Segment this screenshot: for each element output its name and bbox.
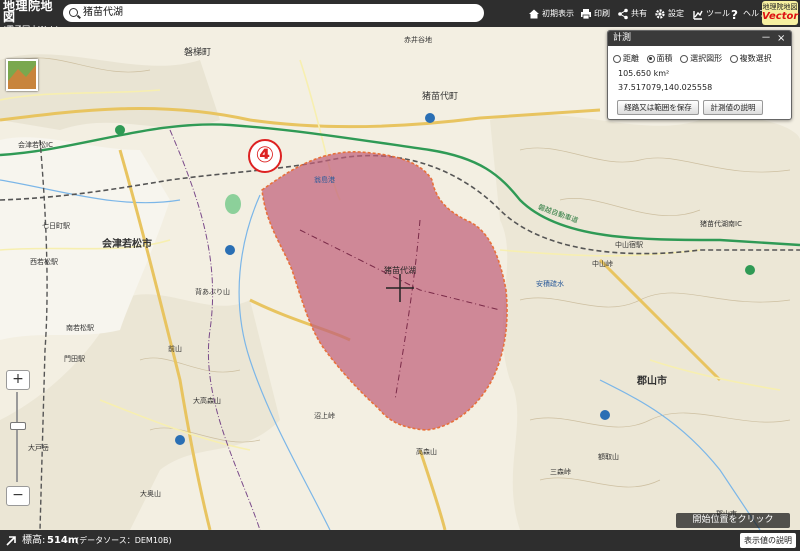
measure-explain-button[interactable]: 計測値の説明	[703, 100, 763, 115]
measure-panel: 計測 － × 距離 面積 選択図形 複数選択 105.650 km² 37.51…	[607, 30, 792, 120]
label-minamiwakamatsu: 南若松駅	[66, 324, 94, 332]
zoom-control: + −	[6, 370, 30, 506]
label-inawashiro-town: 猪苗代町	[422, 92, 459, 102]
zoom-slider-track[interactable]	[16, 392, 18, 482]
label-konan-ic: 猪苗代湖南IC	[700, 220, 742, 228]
minimize-button[interactable]: －	[761, 31, 771, 46]
label-numajiri-pass: 沼上峠	[314, 412, 335, 420]
label-otodake: 大戸岳	[28, 444, 49, 452]
label-monden: 門田駅	[64, 355, 85, 363]
measure-panel-header: 計測 － ×	[608, 31, 791, 46]
vector-badge-main: Vector	[762, 11, 799, 22]
label-nishiwakamatsu: 西若松駅	[30, 258, 58, 266]
label-aizuwakamatsu: 会津若松市	[102, 239, 152, 250]
zoom-out-button[interactable]: −	[6, 486, 30, 506]
label-seaburi: 背あぶり山	[195, 288, 230, 296]
label-nakayama-pass: 中山峠	[592, 260, 613, 268]
label-otakamori: 大高森山	[193, 397, 221, 405]
radio-area[interactable]	[646, 54, 655, 63]
label-koriyama: 郡山市	[637, 376, 667, 387]
collapse-arrow-icon[interactable]	[4, 534, 18, 548]
print-button[interactable]: 印刷	[580, 5, 610, 22]
click-hint: 開始位置をクリック	[676, 513, 790, 528]
area-value: 105.650 km²	[618, 69, 670, 78]
option-distance[interactable]: 距離	[613, 54, 639, 63]
print-label: 印刷	[594, 9, 610, 18]
label-bandai: 磐梯町	[184, 48, 212, 58]
initial-view-label: 初期表示	[542, 9, 574, 18]
save-route-button[interactable]: 経路又は範囲を保存	[617, 100, 699, 115]
value-explain-button[interactable]: 表示値の説明	[740, 533, 796, 548]
svg-text:?: ?	[731, 8, 738, 20]
label-akaiyachi: 赤井谷地	[404, 36, 432, 44]
help-icon: ?	[731, 8, 738, 20]
layer-thumbnail[interactable]	[6, 59, 38, 91]
measure-title: 計測	[613, 33, 632, 43]
map-layer-icon	[8, 61, 36, 89]
label-nakayamajuku: 中山宿駅	[615, 241, 643, 249]
search-value: 猪苗代湖	[83, 7, 123, 18]
top-toolbar: 地理院地図 (電子国土Web) 猪苗代湖 初期表示 印刷 共有 設定 ツール ?…	[0, 0, 800, 34]
initial-view-button[interactable]: 初期表示	[528, 5, 574, 22]
home-icon	[529, 9, 539, 18]
label-lake: 猪苗代湖	[384, 266, 416, 275]
data-source: (データソース：DEM10B)	[76, 536, 172, 545]
numbered-marker[interactable]: ④	[248, 139, 282, 173]
label-asaka-canal: 安積疏水	[536, 280, 564, 288]
label-aizu-ic: 会津若松IC	[18, 141, 53, 149]
search-icon[interactable]	[69, 8, 78, 17]
label-ookuyama: 大奥山	[140, 490, 161, 498]
label-maeyama: 前山	[168, 345, 182, 353]
zoom-in-button[interactable]: +	[6, 370, 30, 390]
measure-mode-options: 距離 面積 選択図形 複数選択	[613, 53, 772, 64]
option-selected-shape[interactable]: 選択図形	[680, 54, 722, 63]
radio-selected-shape[interactable]	[680, 54, 689, 63]
label-expressway: 磐越自動車道	[536, 203, 580, 225]
search-input[interactable]: 猪苗代湖	[63, 4, 484, 22]
elevation-value: 514m	[47, 535, 79, 546]
app-logo[interactable]: 地理院地図 (電子国土Web)	[3, 0, 61, 34]
label-nanokamachi: 七日町駅	[42, 222, 70, 230]
close-button[interactable]: ×	[777, 31, 785, 46]
radio-multi-select[interactable]	[729, 54, 738, 63]
share-label: 共有	[631, 9, 647, 18]
share-icon	[618, 8, 628, 19]
option-area[interactable]: 面積	[646, 54, 673, 63]
label-okinajima: 翁島港	[314, 176, 335, 184]
printer-icon	[581, 8, 591, 19]
coordinates-value: 37.517079,140.025558	[618, 83, 713, 92]
settings-label: 設定	[668, 9, 684, 18]
gear-icon	[655, 8, 665, 19]
share-button[interactable]: 共有	[617, 5, 647, 22]
tools-icon	[693, 10, 703, 20]
vector-badge[interactable]: 地理院地図 Vector	[762, 1, 798, 25]
tools-button[interactable]: ツール	[692, 5, 730, 22]
option-multi-select[interactable]: 複数選択	[729, 54, 772, 63]
logo-title: 地理院地図	[3, 0, 54, 24]
elevation-label: 標高:	[22, 535, 46, 546]
label-nukatori: 額取山	[598, 453, 619, 461]
tools-label: ツール	[706, 9, 730, 18]
marker-number: ④	[255, 143, 275, 168]
status-bar: 標高: 514m (データソース：DEM10B) 表示値の説明	[0, 530, 800, 551]
label-mimori-pass: 三森峠	[550, 468, 571, 476]
label-takamoriyama: 高森山	[416, 448, 437, 456]
zoom-slider-handle[interactable]	[10, 422, 26, 430]
settings-button[interactable]: 設定	[654, 5, 684, 22]
radio-distance[interactable]	[613, 54, 621, 63]
